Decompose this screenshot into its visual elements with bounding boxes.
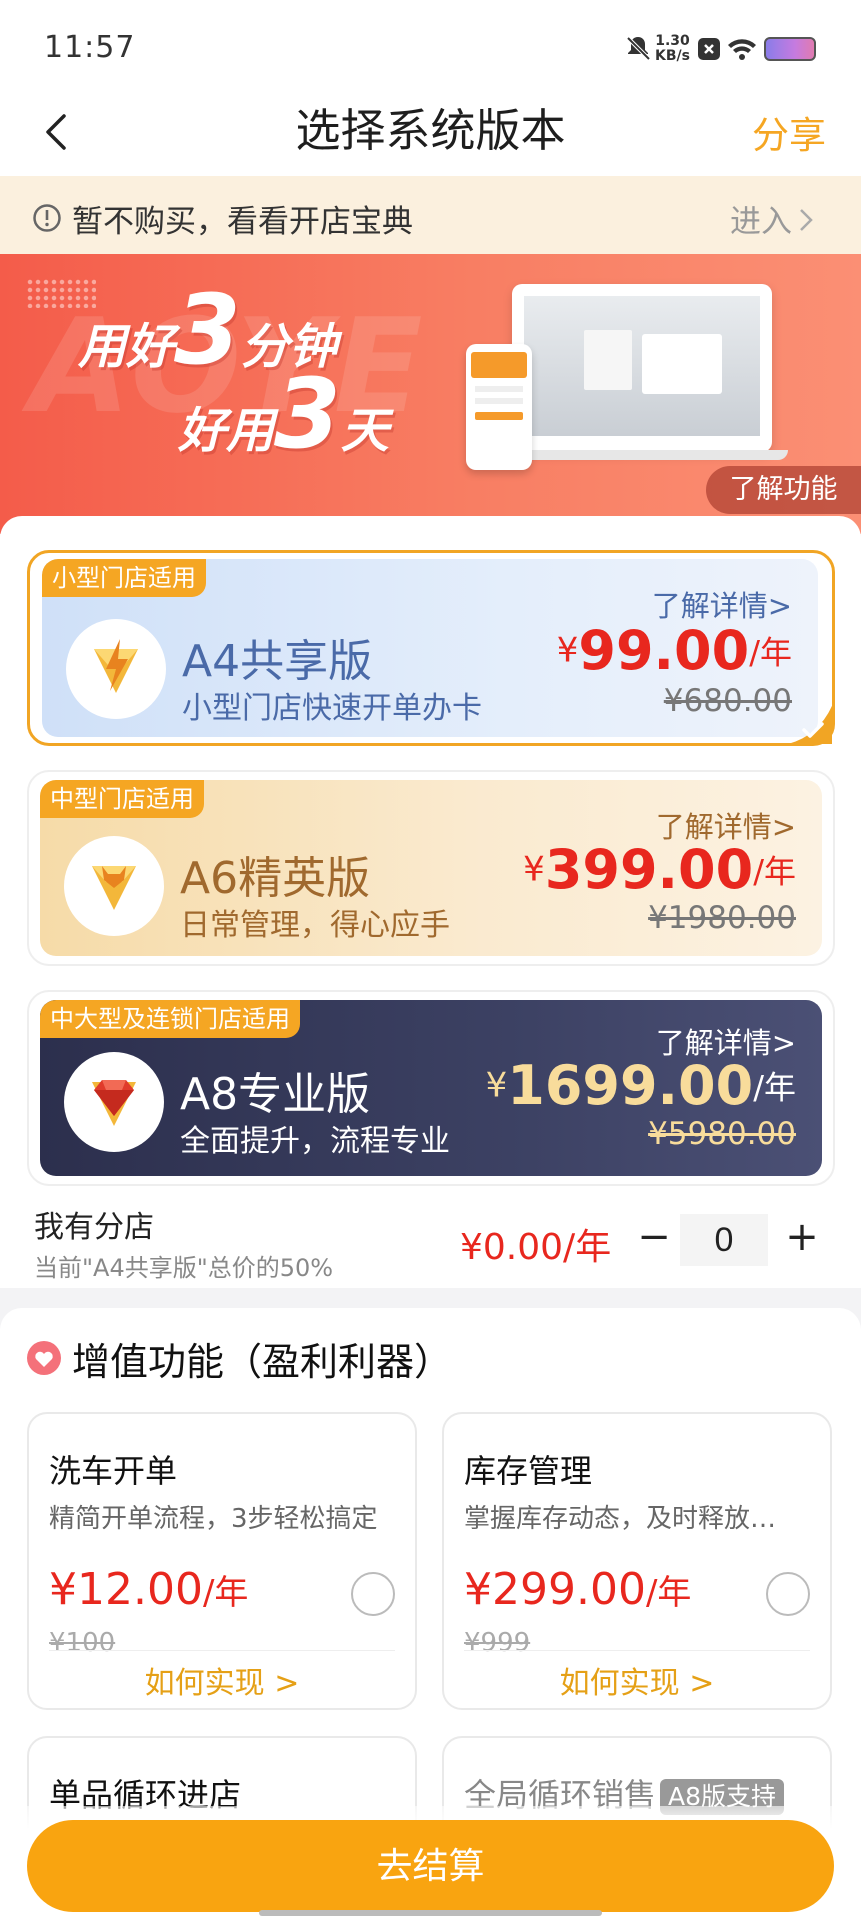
notice-text: 暂不购买，看看开店宝典 [72,204,413,240]
branch-quantity-input[interactable] [680,1214,768,1266]
lightning-logo-icon [66,619,166,719]
selected-check-icon [788,706,832,744]
plan-name: A6精英版 [180,853,371,904]
how-to-link[interactable]: 如何实现 > [29,1658,415,1702]
status-time: 11:57 [44,30,136,65]
feature-original-price: ¥100 [49,1628,116,1658]
chevron-right-icon [798,204,814,240]
notification-icon [698,38,720,60]
plan-desc: 小型门店快速开单办卡 [182,691,482,726]
branch-price: ¥0.00/年 [460,1227,612,1268]
checkout-button[interactable]: 去结算 [27,1820,834,1912]
network-speed: 1.30 KB/s [655,33,690,64]
plan-card-a4-body: 小型门店适用 A4共享版 小型门店快速开单办卡 了解详情> ¥99.00/年 ¥… [42,559,818,737]
notice-enter-link[interactable]: 进入 [730,196,814,241]
plan-desc: 全面提升，流程专业 [180,1124,450,1159]
feature-desc: 掌握库存动态，及时释放… [464,1504,777,1534]
fox-logo-icon [64,836,164,936]
banner-slogan-line2: 好用3天 [178,358,389,470]
plan-original-price: ¥5980.00 [648,1116,796,1152]
value-added-title: 增值功能（盈利利器） [72,1340,453,1384]
feature-card-inventory[interactable]: 库存管理 掌握库存动态，及时释放… ¥299.00/年 ¥999 如何实现 > [442,1412,832,1710]
page-title: 选择系统版本 [295,104,566,157]
feature-select-radio[interactable] [351,1572,395,1616]
feature-price: ¥299.00/年 [464,1564,692,1615]
heart-icon [26,1340,62,1376]
plan-tag: 中型门店适用 [40,780,204,818]
plan-tag: 中大型及连锁门店适用 [40,1000,300,1038]
feature-name: 洗车开单 [49,1452,178,1490]
plan-desc: 日常管理，得心应手 [180,908,450,943]
plan-card-a8-body: 中大型及连锁门店适用 A8专业版 全面提升，流程专业 了解详情> ¥1699.0… [40,1000,822,1176]
feature-card-carwash[interactable]: 洗车开单 精简开单流程，3步轻松搞定 ¥12.00/年 ¥100 如何实现 > [27,1412,417,1710]
plan-price: ¥1699.00/年 [485,1054,796,1117]
mute-icon [624,34,652,62]
diamond-logo-icon [64,1052,164,1152]
plan-original-price: ¥1980.00 [648,900,796,936]
learn-features-button[interactable]: 了解功能 [706,466,861,514]
feature-select-radio[interactable] [766,1572,810,1616]
how-to-link[interactable]: 如何实现 > [444,1658,830,1702]
wifi-icon [726,36,758,62]
laptop-base [496,450,788,460]
plan-original-price: ¥680.00 [663,683,792,719]
laptop-illustration [512,284,772,452]
feature-name: 库存管理 [464,1452,593,1490]
decrement-button[interactable]: − [634,1212,674,1262]
feature-price: ¥12.00/年 [49,1564,249,1615]
feature-desc: 精简开单流程，3步轻松搞定 [49,1504,378,1534]
plan-price: ¥399.00/年 [523,838,796,901]
info-icon [32,203,62,233]
battery-icon [764,37,816,61]
notice-enter-label: 进入 [730,204,792,240]
branch-desc: 当前"A4共享版"总价的50% [34,1254,334,1282]
home-indicator [259,1910,602,1916]
plan-name: A8专业版 [180,1069,371,1120]
feature-original-price: ¥999 [464,1628,531,1658]
plan-tag: 小型门店适用 [42,559,206,597]
plan-name: A4共享版 [182,636,373,687]
plan-price: ¥99.00/年 [556,619,792,682]
divider [49,1650,395,1651]
phone-illustration [466,344,532,470]
share-button[interactable]: 分享 [752,105,826,159]
branch-label: 我有分店 [34,1210,154,1245]
increment-button[interactable]: + [782,1212,822,1262]
plan-card-a6-body: 中型门店适用 A6精英版 日常管理，得心应手 了解详情> ¥399.00/年 ¥… [40,780,822,956]
divider [464,1650,810,1651]
